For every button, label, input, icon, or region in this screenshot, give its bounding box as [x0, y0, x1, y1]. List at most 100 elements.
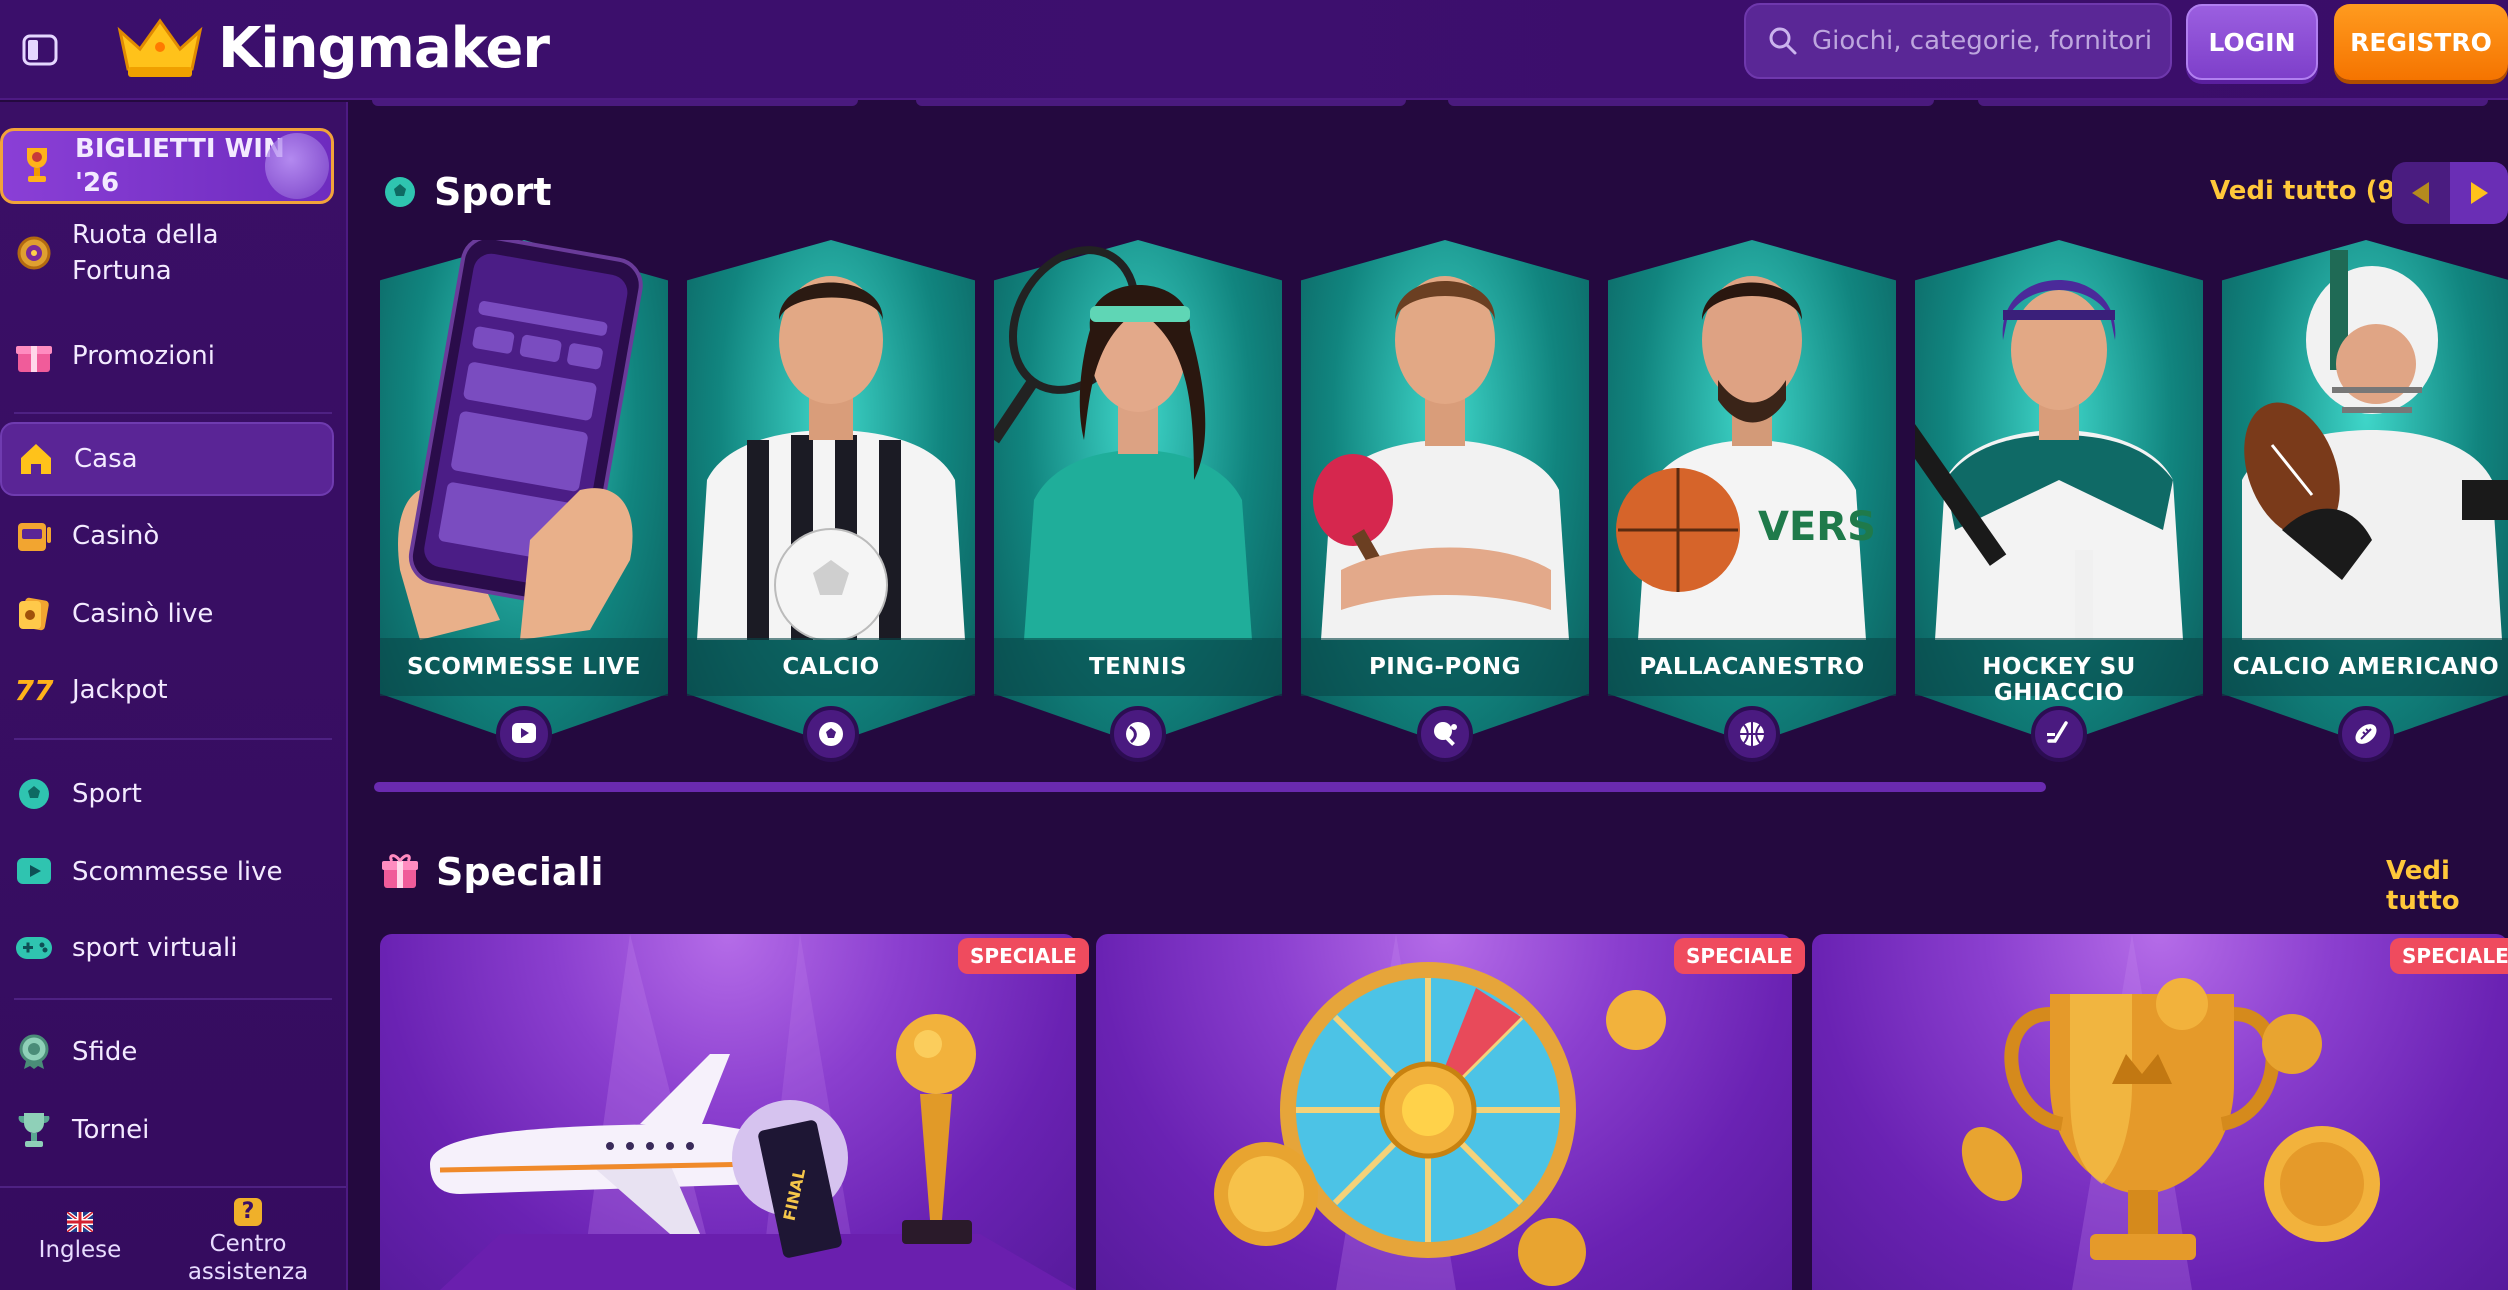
- sidebar: BIGLIETTI WIN '26 Ruota della Fortuna Pr…: [0, 102, 348, 1290]
- gift-icon: [14, 336, 54, 376]
- special-card-wheel[interactable]: [1096, 934, 1792, 1290]
- slot-machine-icon: [14, 516, 54, 556]
- sidebar-item-tournaments[interactable]: Tornei: [0, 1094, 334, 1166]
- sidebar-item-label: Sport: [72, 779, 142, 809]
- sport-card-label: TENNIS: [1088, 654, 1188, 680]
- special-badge: SPECIALE: [958, 938, 1089, 974]
- sport-card-football[interactable]: CALCIO: [687, 240, 975, 762]
- svg-text:VERS: VERS: [1758, 504, 1876, 550]
- sport-card-label: PING-PONG: [1368, 654, 1522, 680]
- section-heading: Speciali: [436, 850, 604, 894]
- sport-card-live-bets[interactable]: SCOMMESSE LIVE: [380, 240, 668, 762]
- special-card-tickets[interactable]: FINAL: [380, 934, 1076, 1290]
- sidebar-item-label: Ruota della Fortuna: [72, 220, 219, 286]
- sport-card-tennis[interactable]: TENNIS: [994, 240, 1282, 762]
- sidebar-item-home[interactable]: Casa: [0, 422, 334, 496]
- live-play-icon: [496, 706, 552, 762]
- arrow-right-icon: [2471, 182, 2488, 204]
- sidebar-banner-tickets[interactable]: BIGLIETTI WIN '26: [0, 128, 334, 204]
- register-button[interactable]: REGISTRO: [2334, 4, 2508, 80]
- phone-hand-illustration: [398, 240, 643, 640]
- help-icon: ?: [234, 1198, 262, 1226]
- top-header: Kingmaker LOGIN REGISTRO: [0, 0, 2508, 100]
- home-icon: [16, 439, 56, 479]
- sport-card-label: SCOMMESSE LIVE: [406, 654, 642, 680]
- sport-section-title: Sport: [382, 170, 552, 214]
- previous-row-edge: [348, 100, 2508, 110]
- special-badge: SPECIALE: [1674, 938, 1805, 974]
- specials-see-all-link[interactable]: Vedi tutto: [2386, 856, 2508, 916]
- sidebar-item-challenges[interactable]: Sfide: [0, 1016, 334, 1088]
- help-label: Centro assistenza: [187, 1231, 309, 1285]
- prize-wheel-art: [1214, 934, 1666, 1290]
- playing-card-icon: [14, 594, 54, 634]
- sidebar-item-label: Scommesse live: [72, 857, 283, 887]
- sidebar-item-label: Tornei: [72, 1115, 150, 1145]
- hockey-player-illustration: [1915, 280, 2183, 640]
- basketball-player-illustration: VERS: [1616, 276, 1876, 640]
- gift-icon: [382, 854, 418, 888]
- soccer-ball-icon: [385, 177, 415, 207]
- sidebar-item-label: sport virtuali: [72, 933, 238, 963]
- sidebar-toggle-icon[interactable]: [12, 22, 68, 78]
- sport-card-american-football[interactable]: CALCIO AMERICANO: [2222, 240, 2508, 762]
- wheel-icon: [14, 233, 54, 273]
- football-player-illustration: [697, 276, 965, 640]
- search-input[interactable]: [1812, 26, 2162, 56]
- sidebar-item-label: Sfide: [72, 1037, 138, 1067]
- medal-icon: [14, 1032, 54, 1072]
- sidebar-item-label: Promozioni: [72, 341, 215, 371]
- special-card-cup[interactable]: [1812, 934, 2508, 1290]
- trophy-icon: [17, 146, 57, 186]
- search-icon: [1769, 27, 1797, 55]
- sport-card-basketball[interactable]: VERS PALLACANESTRO: [1608, 240, 1896, 762]
- sport-card-label: CALCIO AMERICANO: [2232, 654, 2500, 680]
- arrow-left-icon: [2412, 182, 2429, 204]
- sport-card-label: HOCKEY SU GHIACCIO: [1982, 654, 2136, 706]
- cup-icon: [14, 1110, 54, 1150]
- american-football-player-illustration: [2242, 250, 2508, 640]
- american-football-icon: [2338, 706, 2394, 762]
- sevens-icon: 77: [14, 673, 54, 707]
- sidebar-item-virtual-sports[interactable]: sport virtuali: [0, 912, 334, 984]
- tennis-player-illustration: [994, 246, 1252, 640]
- sport-card-ping-pong[interactable]: PING-PONG: [1301, 240, 1589, 762]
- sidebar-item-wheel[interactable]: Ruota della Fortuna: [0, 214, 334, 292]
- soccer-ball-icon: [14, 774, 54, 814]
- carousel-prev-button[interactable]: [2392, 162, 2450, 224]
- language-label: Inglese: [38, 1237, 122, 1263]
- sidebar-item-live-casino[interactable]: Casinò live: [0, 578, 334, 650]
- play-screen-icon: [14, 852, 54, 892]
- login-button[interactable]: LOGIN: [2186, 4, 2318, 80]
- tennis-ball-icon: [1110, 706, 1166, 762]
- soccer-ball-icon: [803, 706, 859, 762]
- sidebar-footer: Inglese ? Centro assistenza: [0, 1198, 346, 1290]
- brand-name: Kingmaker: [218, 15, 550, 81]
- search-box[interactable]: [1744, 3, 2172, 79]
- sidebar-item-label: Casinò: [72, 521, 160, 551]
- ping-pong-icon: [1417, 706, 1473, 762]
- sidebar-item-jackpot[interactable]: 77 Jackpot: [0, 654, 334, 726]
- special-badge: SPECIALE: [2390, 938, 2508, 974]
- language-selector[interactable]: Inglese: [0, 1202, 160, 1264]
- sidebar-banner-label: BIGLIETTI WIN '26: [75, 134, 285, 198]
- carousel-scrollbar-thumb[interactable]: [374, 782, 2046, 792]
- help-center-link[interactable]: ? Centro assistenza: [168, 1198, 328, 1286]
- sidebar-item-live-bets[interactable]: Scommesse live: [0, 836, 334, 908]
- brand-logo[interactable]: Kingmaker: [116, 6, 550, 90]
- sidebar-divider: [14, 738, 332, 740]
- sidebar-item-sport[interactable]: Sport: [0, 758, 334, 830]
- specials-section-title: Speciali: [380, 850, 604, 894]
- sport-see-all-link[interactable]: Vedi tutto (9): [2210, 176, 2407, 206]
- sidebar-divider: [14, 998, 332, 1000]
- soccer-ball-art: [265, 133, 329, 199]
- sidebar-item-label: Jackpot: [72, 675, 168, 705]
- sidebar-item-casino[interactable]: Casinò: [0, 500, 334, 572]
- sidebar-item-promotions[interactable]: Promozioni: [0, 320, 334, 392]
- sport-card-ice-hockey[interactable]: HOCKEY SU GHIACCIO: [1915, 240, 2203, 762]
- section-heading: Sport: [434, 170, 552, 214]
- uk-flag-icon: [67, 1212, 93, 1232]
- sidebar-item-label: Casa: [74, 444, 138, 474]
- carousel-next-button[interactable]: [2450, 162, 2508, 224]
- sport-card-label: PALLACANESTRO: [1639, 654, 1865, 680]
